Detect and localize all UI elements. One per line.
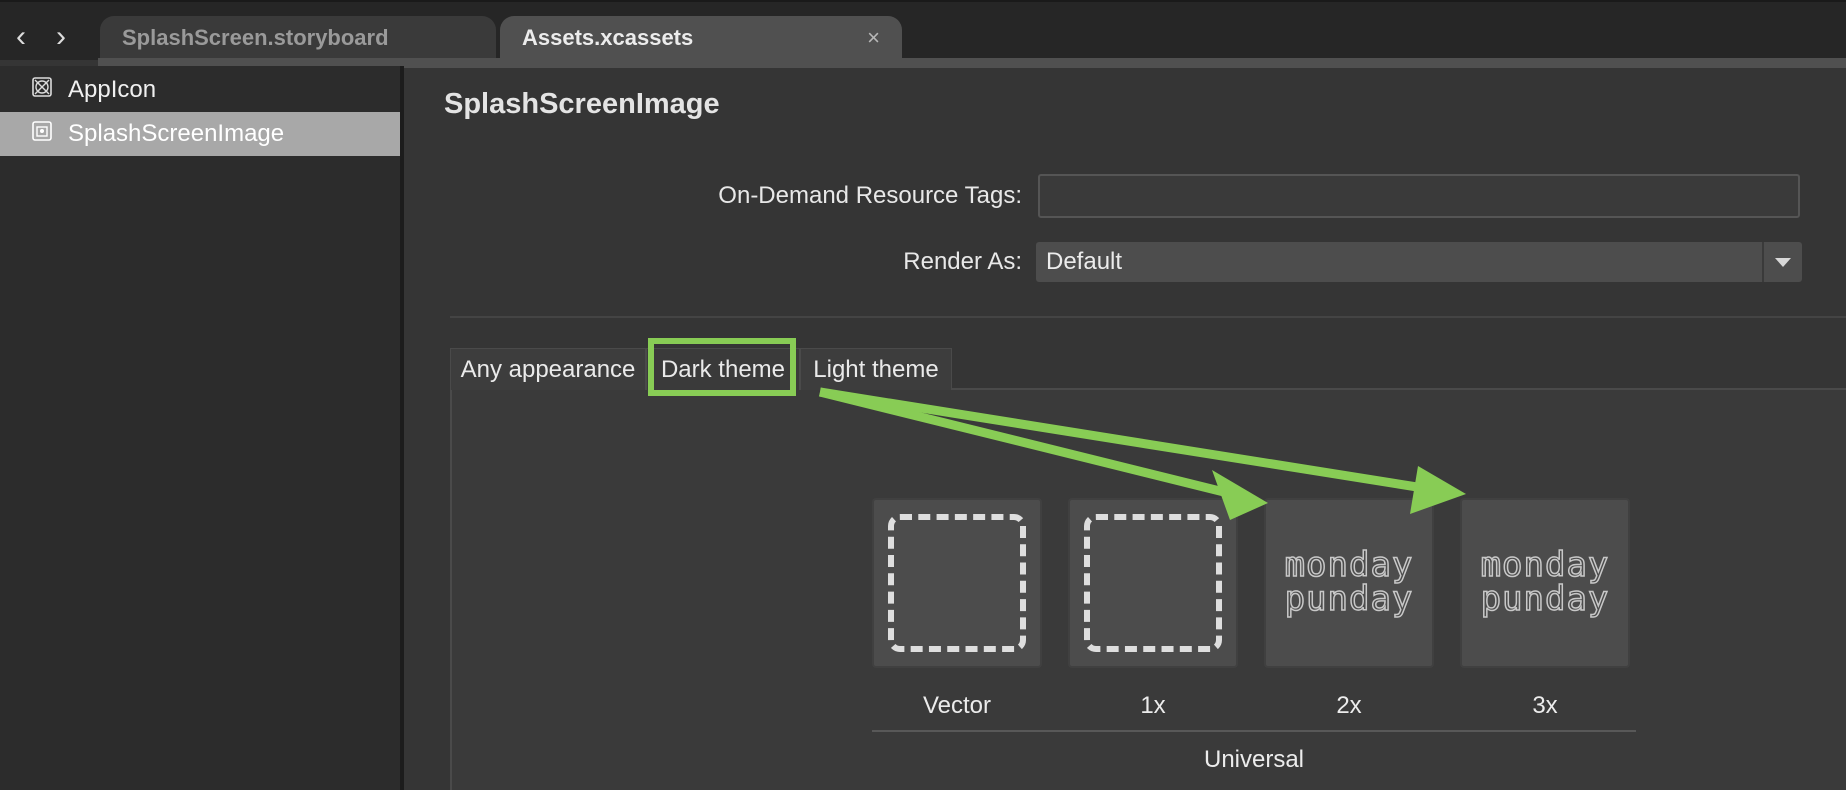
divider	[450, 316, 1846, 318]
tab-light-theme[interactable]: Light theme	[800, 348, 952, 390]
chevron-right-icon[interactable]: ›	[46, 20, 76, 54]
slot-image-thumbnail: monday punday	[1284, 545, 1414, 619]
asset-sidebar: AppIcon SplashScreenImage	[0, 66, 400, 790]
tags-label: On-Demand Resource Tags:	[718, 182, 1022, 209]
chevron-left-icon[interactable]: ‹	[6, 20, 36, 54]
sidebar-item-label: SplashScreenImage	[68, 120, 285, 147]
slot-label-1x: 1x	[1140, 692, 1166, 719]
annotation-highlight-box	[648, 338, 796, 396]
sidebar-item-appicon[interactable]: AppIcon	[0, 68, 400, 112]
tab-bar: ‹ › SplashScreen.storyboard Assets.xcass…	[0, 0, 1846, 68]
appicon-asset-icon	[32, 77, 52, 97]
group-label-universal: Universal	[1203, 746, 1305, 773]
close-icon[interactable]: ×	[867, 25, 880, 51]
tab-label: SplashScreen.storyboard	[122, 25, 389, 50]
render-as-value: Default	[1046, 248, 1123, 275]
image-slot-1x[interactable]	[1068, 498, 1238, 668]
tab-any-appearance[interactable]: Any appearance	[450, 348, 646, 390]
group-divider	[872, 730, 1636, 732]
sidebar-item-splashscreenimage[interactable]: SplashScreenImage	[0, 112, 400, 156]
tab-label: Assets.xcassets	[522, 25, 694, 50]
image-slot-3x[interactable]: monday punday	[1460, 498, 1630, 668]
slot-label-3x: 3x	[1532, 692, 1558, 719]
empty-slot-placeholder	[888, 514, 1026, 652]
image-asset-icon	[32, 121, 52, 141]
slot-label-vector: Vector	[922, 692, 992, 719]
asset-detail-pane: SplashScreenImage On-Demand Resource Tag…	[404, 66, 1846, 790]
sidebar-item-label: AppIcon	[68, 76, 157, 103]
image-slot-2x[interactable]: monday punday	[1264, 498, 1434, 668]
render-as-label: Render As:	[903, 248, 1022, 275]
image-slot-vector[interactable]	[872, 498, 1042, 668]
empty-slot-placeholder	[1084, 514, 1222, 652]
slot-image-thumbnail: monday punday	[1480, 545, 1610, 619]
chevron-down-icon[interactable]	[1762, 242, 1802, 282]
render-as-select[interactable]: Default	[1036, 242, 1802, 282]
tab-assets-xcassets[interactable]: Assets.xcassets ×	[500, 16, 902, 60]
on-demand-tags-field[interactable]	[1038, 174, 1800, 218]
page-title: SplashScreenImage	[444, 88, 720, 120]
tab-splashscreen-storyboard[interactable]: SplashScreen.storyboard	[100, 16, 496, 60]
slot-label-2x: 2x	[1336, 692, 1362, 719]
